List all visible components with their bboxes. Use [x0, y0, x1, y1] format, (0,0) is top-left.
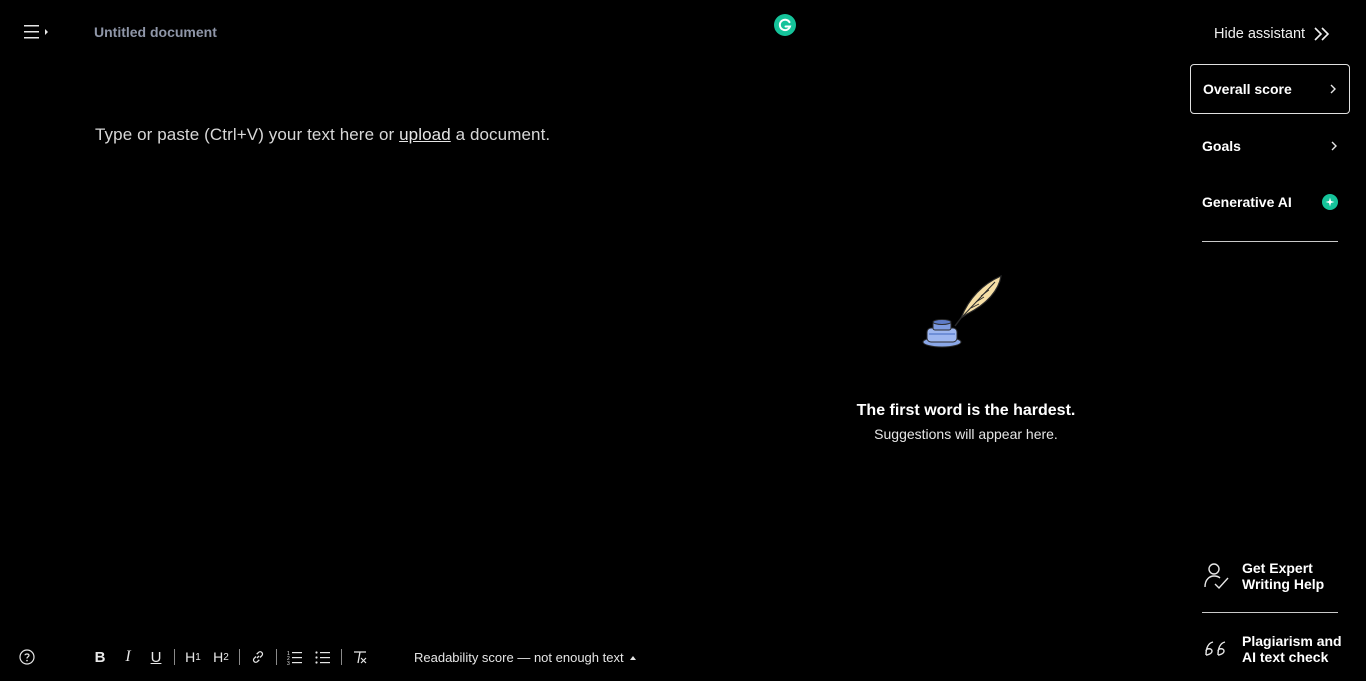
svg-text:3: 3 — [287, 661, 290, 665]
double-chevron-right-icon — [1314, 27, 1330, 41]
empty-state-title: The first word is the hardest. — [856, 402, 1076, 419]
link-button[interactable] — [244, 646, 272, 668]
numbered-list-icon: 1 2 3 — [287, 651, 302, 665]
chevron-right-icon — [1330, 84, 1336, 94]
empty-state: The first word is the hardest. Suggestio… — [816, 270, 1116, 442]
overall-score-card[interactable]: Overall score — [1190, 64, 1350, 114]
toolbar-separator — [341, 649, 342, 665]
plagiarism-check-button[interactable]: Plagiarism and AI text check — [1202, 633, 1352, 665]
link-icon — [252, 651, 264, 663]
toolbar-separator — [174, 649, 175, 665]
editor-placeholder[interactable]: Type or paste (Ctrl+V) your text here or… — [95, 125, 550, 145]
quill-inkwell-icon — [922, 275, 1002, 348]
expert-writing-help-button[interactable]: Get Expert Writing Help — [1202, 560, 1352, 592]
panel-divider — [1202, 241, 1338, 242]
format-toolbar: B I U H1 H2 1 2 3 — [86, 646, 374, 668]
hide-assistant-button[interactable]: Hide assistant — [1214, 24, 1331, 44]
caret-up-icon — [629, 655, 636, 660]
clear-format-icon — [354, 651, 367, 664]
upload-link[interactable]: upload — [399, 125, 451, 144]
expert-help-line2: Writing Help — [1242, 576, 1325, 592]
heading1-letter: H — [185, 649, 196, 665]
toolbar-separator — [239, 649, 240, 665]
goals-label: Goals — [1202, 138, 1241, 154]
editor-app: Untitled document Type or paste (Ctrl+V)… — [0, 0, 1366, 681]
underline-button[interactable]: U — [142, 646, 170, 668]
person-check-icon — [1204, 563, 1229, 590]
goals-card[interactable]: Goals — [1190, 121, 1350, 171]
overall-score-label: Overall score — [1203, 81, 1292, 97]
numbered-list-button[interactable]: 1 2 3 — [281, 646, 309, 668]
heading2-level: 2 — [223, 651, 229, 663]
hide-assistant-label: Hide assistant — [1214, 26, 1306, 42]
quote-marks-icon — [1205, 641, 1226, 656]
plagiarism-line1: Plagiarism and — [1242, 633, 1342, 649]
readability-score-text: Readability score — not enough text — [414, 650, 624, 665]
bullet-list-button[interactable] — [309, 646, 337, 668]
italic-button[interactable]: I — [114, 646, 142, 668]
clear-formatting-button[interactable] — [346, 646, 374, 668]
ai-sparkle-icon — [1322, 194, 1338, 210]
toolbar-separator — [276, 649, 277, 665]
placeholder-text-end: a document. — [450, 125, 551, 144]
placeholder-text-start: Type or paste (Ctrl+V) your text here or — [95, 125, 400, 144]
expert-help-text: Get Expert Writing Help — [1242, 560, 1324, 592]
plagiarism-line2: AI text check — [1242, 649, 1329, 665]
menu-icon[interactable] — [24, 22, 52, 42]
panel-divider — [1202, 612, 1338, 613]
heading1-level: 1 — [195, 651, 201, 663]
expert-help-line1: Get Expert — [1242, 560, 1313, 576]
bullet-list-icon — [315, 651, 330, 664]
document-title[interactable]: Untitled document — [94, 24, 217, 40]
generative-ai-card[interactable]: Generative AI — [1190, 177, 1350, 227]
heading2-button[interactable]: H2 — [207, 646, 235, 668]
heading2-letter: H — [213, 649, 224, 665]
chevron-right-icon — [1331, 141, 1337, 151]
generative-ai-label: Generative AI — [1202, 194, 1292, 210]
readability-score-button[interactable]: Readability score — not enough text — [414, 650, 637, 665]
bold-button[interactable]: B — [86, 646, 114, 668]
empty-state-subtitle: Suggestions will appear here. — [874, 426, 1058, 442]
heading1-button[interactable]: H1 — [179, 646, 207, 668]
plagiarism-text: Plagiarism and AI text check — [1242, 633, 1342, 665]
grammarly-logo-icon — [774, 14, 796, 36]
help-icon[interactable] — [19, 649, 35, 670]
